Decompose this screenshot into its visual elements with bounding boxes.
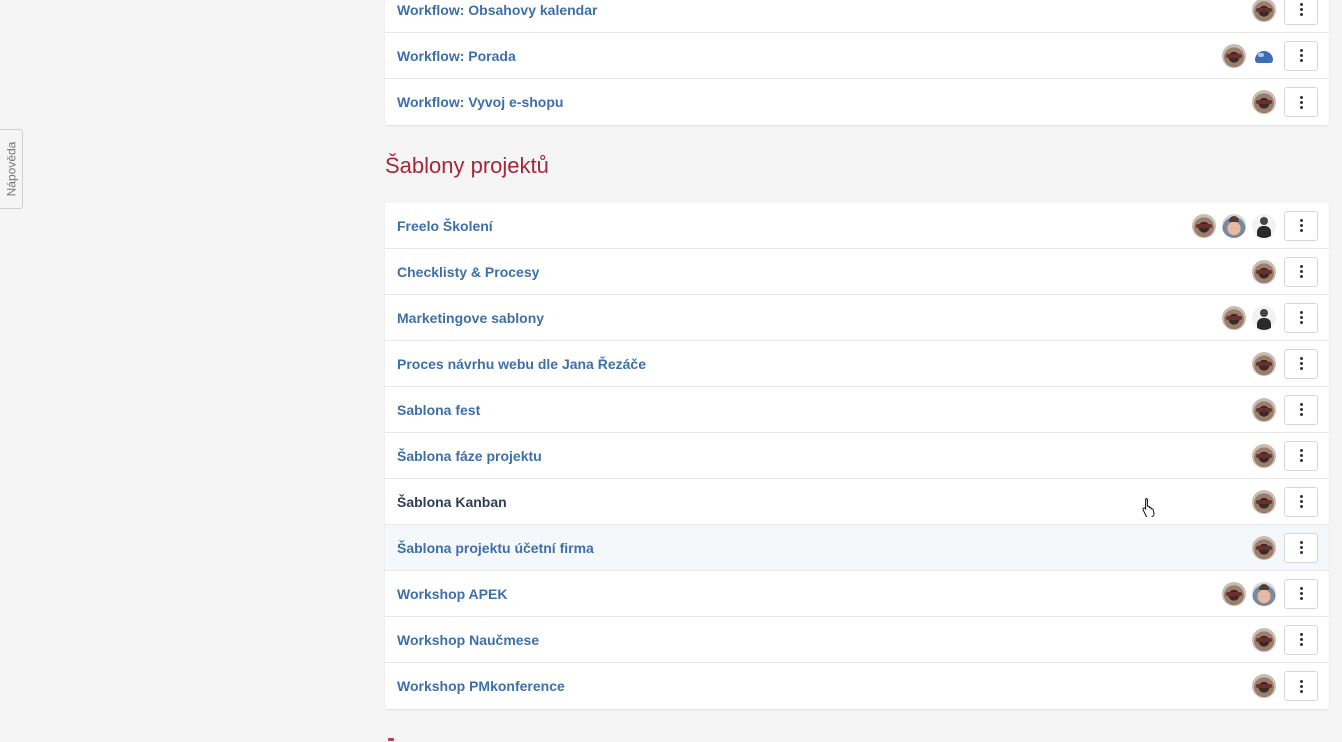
- kebab-menu-icon: [1299, 3, 1303, 16]
- user-avatar-icon[interactable]: [1252, 305, 1276, 330]
- project-members: [1216, 581, 1276, 606]
- project-members: [1186, 213, 1276, 238]
- project-title[interactable]: Marketingove sablony: [397, 310, 1216, 326]
- project-members: [1246, 489, 1276, 514]
- kebab-menu-icon: [1299, 265, 1303, 278]
- section-title-templates: Šablony projektů: [385, 153, 549, 178]
- project-row[interactable]: Freelo Školení: [385, 203, 1329, 249]
- project-menu-button[interactable]: [1284, 624, 1318, 655]
- project-members: [1246, 627, 1276, 652]
- project-title[interactable]: Workshop PMkonference: [397, 678, 1246, 694]
- help-tab-label: Nápověda: [4, 141, 18, 197]
- kebab-menu-icon: [1299, 357, 1303, 370]
- kebab-menu-icon: [1299, 95, 1303, 109]
- user-avatar-icon[interactable]: [1252, 44, 1276, 68]
- project-menu-button[interactable]: [1284, 532, 1318, 563]
- project-title[interactable]: Šablona fáze projektu: [397, 448, 1246, 464]
- kebab-menu-icon: [1299, 633, 1303, 646]
- project-menu-button[interactable]: [1284, 256, 1318, 287]
- project-members: [1246, 90, 1276, 114]
- next-section-title-cut: [385, 736, 397, 742]
- user-avatar-icon[interactable]: [1222, 43, 1246, 68]
- kebab-menu-icon: [1299, 587, 1303, 600]
- template-project-list: Freelo Školení Checklisty & Procesy Mark…: [385, 203, 1329, 709]
- project-row[interactable]: Workshop PMkonference: [385, 663, 1329, 709]
- project-menu-button[interactable]: [1284, 671, 1318, 701]
- project-menu-button[interactable]: [1284, 210, 1318, 241]
- user-avatar-icon[interactable]: [1252, 0, 1276, 22]
- project-menu-button[interactable]: [1284, 40, 1318, 71]
- kebab-menu-icon: [1299, 495, 1303, 508]
- project-title[interactable]: Proces návrhu webu dle Jana Řezáče: [397, 356, 1246, 372]
- project-title[interactable]: Workshop Naučmese: [397, 632, 1246, 648]
- hand-pointer-icon: [1142, 498, 1155, 517]
- project-members: [1246, 351, 1276, 376]
- project-row[interactable]: Workflow: Vyvoj e-shopu: [385, 79, 1329, 125]
- user-avatar-icon[interactable]: [1222, 581, 1246, 606]
- user-avatar-icon[interactable]: [1252, 627, 1276, 652]
- user-avatar-icon[interactable]: [1252, 535, 1276, 560]
- user-avatar-icon[interactable]: [1252, 213, 1276, 238]
- project-row[interactable]: Workflow: Porada: [385, 33, 1329, 79]
- user-avatar-icon[interactable]: [1252, 259, 1276, 284]
- project-row[interactable]: Workshop APEK: [385, 571, 1329, 617]
- user-avatar-icon[interactable]: [1252, 489, 1276, 514]
- project-row[interactable]: Sablona fest: [385, 387, 1329, 433]
- project-row[interactable]: Proces návrhu webu dle Jana Řezáče: [385, 341, 1329, 387]
- project-menu-button[interactable]: [1284, 578, 1318, 609]
- user-avatar-icon[interactable]: [1222, 213, 1246, 238]
- project-title[interactable]: Workflow: Porada: [397, 48, 1216, 64]
- project-title[interactable]: Checklisty & Procesy: [397, 264, 1246, 280]
- kebab-menu-icon: [1299, 49, 1303, 62]
- user-avatar-icon[interactable]: [1192, 213, 1216, 238]
- project-menu-button[interactable]: [1284, 440, 1318, 471]
- project-members: [1246, 674, 1276, 698]
- project-menu-button[interactable]: [1284, 486, 1318, 517]
- project-menu-button[interactable]: [1284, 87, 1318, 117]
- user-avatar-icon[interactable]: [1252, 397, 1276, 422]
- project-menu-button[interactable]: [1284, 394, 1318, 425]
- project-title[interactable]: Sablona fest: [397, 402, 1246, 418]
- kebab-menu-icon: [1299, 403, 1303, 416]
- user-avatar-icon[interactable]: [1252, 90, 1276, 114]
- kebab-menu-icon: [1299, 311, 1303, 324]
- user-avatar-icon[interactable]: [1252, 674, 1276, 698]
- user-avatar-icon[interactable]: [1222, 305, 1246, 330]
- kebab-menu-icon: [1299, 449, 1303, 462]
- project-title[interactable]: Workflow: Vyvoj e-shopu: [397, 94, 1246, 110]
- project-title[interactable]: Workflow: Obsahovy kalendar: [397, 2, 1246, 18]
- project-row[interactable]: Šablona Kanban: [385, 479, 1329, 525]
- project-row[interactable]: Workshop Naučmese: [385, 617, 1329, 663]
- project-title[interactable]: Workshop APEK: [397, 586, 1216, 602]
- project-row[interactable]: Šablona projektu účetní firma: [385, 525, 1329, 571]
- project-menu-button[interactable]: [1284, 302, 1318, 333]
- workflow-project-list: Workflow: Obsahovy kalendar Workflow: Po…: [385, 0, 1329, 125]
- project-members: [1246, 259, 1276, 284]
- project-members: [1246, 0, 1276, 22]
- kebab-menu-icon: [1299, 219, 1303, 232]
- project-members: [1216, 43, 1276, 68]
- project-menu-button[interactable]: [1284, 348, 1318, 379]
- project-title[interactable]: Šablona Kanban: [397, 494, 1246, 510]
- project-row[interactable]: Šablona fáze projektu: [385, 433, 1329, 479]
- user-avatar-icon[interactable]: [1252, 443, 1276, 468]
- project-menu-button[interactable]: [1284, 0, 1318, 25]
- user-avatar-icon[interactable]: [1252, 351, 1276, 376]
- project-members: [1246, 535, 1276, 560]
- project-members: [1246, 443, 1276, 468]
- project-row[interactable]: Marketingove sablony: [385, 295, 1329, 341]
- project-members: [1246, 397, 1276, 422]
- kebab-menu-icon: [1299, 679, 1303, 693]
- help-tab[interactable]: Nápověda: [0, 129, 23, 209]
- project-row[interactable]: Checklisty & Procesy: [385, 249, 1329, 295]
- project-members: [1216, 305, 1276, 330]
- user-avatar-icon[interactable]: [1252, 581, 1276, 606]
- project-title[interactable]: Freelo Školení: [397, 218, 1186, 234]
- project-row[interactable]: Workflow: Obsahovy kalendar: [385, 0, 1329, 33]
- project-title[interactable]: Šablona projektu účetní firma: [397, 540, 1246, 556]
- kebab-menu-icon: [1299, 541, 1303, 554]
